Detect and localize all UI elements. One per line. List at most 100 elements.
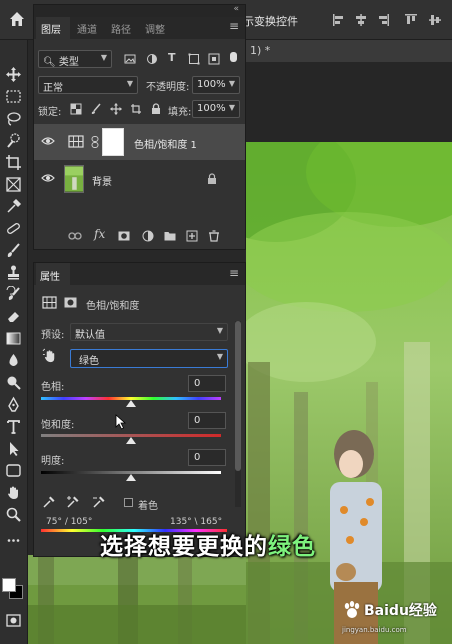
properties-panel: 属性 ≡ 色相/饱和度 预设: 默认值 ▼ 绿色 ▼ 色相: 0 饱和度: 0 … — [33, 262, 246, 557]
saturation-slider-thumb[interactable] — [126, 437, 136, 444]
quick-mask-icon[interactable] — [5, 612, 22, 629]
filter-shape-icon[interactable] — [188, 53, 200, 65]
foreground-color-swatch[interactable] — [2, 578, 16, 592]
zoom-tool-icon[interactable] — [5, 506, 22, 523]
frame-tool-icon[interactable] — [5, 176, 22, 193]
document-title: 1) * — [250, 44, 271, 57]
move-tool-icon[interactable] — [5, 66, 22, 83]
layer-name[interactable]: 背景 — [92, 173, 112, 188]
panel-menu-icon[interactable]: ≡ — [229, 266, 239, 280]
subtract-from-sample-eyedropper-icon[interactable] — [92, 495, 106, 509]
layer-filter-kind[interactable]: 🔍︎ 类型 ▼ — [38, 50, 112, 68]
new-adjustment-layer-icon[interactable] — [142, 230, 154, 242]
lock-position-icon[interactable] — [110, 103, 122, 115]
layers-tabs: 图层 通道 路径 调整 ≡ — [34, 17, 245, 39]
dodge-tool-icon[interactable] — [5, 374, 22, 391]
type-tool-icon[interactable] — [5, 418, 22, 435]
tab-properties[interactable]: 属性 — [40, 268, 60, 283]
targeted-adjustment-hand-icon[interactable] — [42, 348, 58, 364]
hue-input[interactable]: 0 — [188, 375, 226, 392]
path-selection-tool-icon[interactable] — [5, 440, 22, 457]
pen-tool-icon[interactable] — [5, 396, 22, 413]
link-layers-icon[interactable] — [68, 230, 82, 242]
lightness-slider-thumb[interactable] — [126, 474, 136, 481]
panel-menu-icon[interactable]: ≡ — [229, 19, 239, 33]
filter-type-icon[interactable]: T — [168, 51, 176, 64]
scrollbar-thumb[interactable] — [235, 321, 241, 471]
saturation-label: 饱和度: — [41, 420, 75, 431]
mask-properties-icon[interactable] — [64, 297, 77, 308]
tab-paths[interactable]: 路径 — [111, 21, 131, 36]
hue-slider-thumb[interactable] — [126, 400, 136, 407]
filter-pixel-icon[interactable] — [124, 53, 136, 65]
align-middle-icon[interactable] — [428, 13, 442, 27]
panel-header-strip: « — [34, 4, 245, 17]
lasso-tool-icon[interactable] — [5, 110, 22, 127]
baidu-paw-logo — [344, 601, 360, 618]
eraser-tool-icon[interactable] — [5, 308, 22, 325]
eyedropper-icon[interactable] — [42, 495, 56, 509]
more-tools-icon[interactable] — [5, 532, 22, 549]
layer-row-hue-saturation[interactable]: 色相/饱和度 1 — [34, 124, 245, 160]
new-group-icon[interactable] — [164, 230, 176, 242]
lock-transparent-icon[interactable] — [70, 103, 82, 115]
caption-highlight: 绿色 — [268, 534, 316, 560]
marquee-tool-icon[interactable] — [5, 88, 22, 105]
filter-smart-object-icon[interactable] — [208, 53, 220, 65]
properties-scrollbar[interactable] — [235, 321, 241, 507]
layers-panel: « 图层 通道 路径 调整 ≡ 🔍︎ 类型 ▼ T 正常 ▼ 不透明度: 100… — [33, 4, 246, 250]
channel-select[interactable]: 绿色 ▼ — [70, 349, 228, 368]
blend-mode-select[interactable]: 正常 ▼ — [38, 76, 138, 94]
tab-channels[interactable]: 通道 — [77, 21, 97, 36]
blur-tool-icon[interactable] — [5, 352, 22, 369]
fill-field[interactable]: 100% ▼ — [192, 100, 240, 118]
rectangle-tool-icon[interactable] — [5, 462, 22, 479]
quick-selection-tool-icon[interactable] — [5, 132, 22, 149]
brush-tool-icon[interactable] — [5, 242, 22, 259]
layer-name[interactable]: 色相/饱和度 1 — [134, 136, 197, 151]
layer-row-background[interactable]: 背景 — [34, 161, 245, 197]
mask-link-icon[interactable] — [91, 136, 99, 148]
healing-brush-tool-icon[interactable] — [5, 220, 22, 237]
colorize-checkbox[interactable] — [124, 498, 133, 507]
document-tab[interactable]: 1) * — [246, 40, 452, 62]
gradient-tool-icon[interactable] — [5, 330, 22, 347]
visibility-eye-icon[interactable] — [41, 173, 55, 183]
lightness-input[interactable]: 0 — [188, 449, 226, 466]
history-brush-tool-icon[interactable] — [5, 285, 22, 303]
align-top-icon[interactable] — [404, 13, 418, 27]
lock-all-icon[interactable] — [150, 103, 162, 115]
tab-layers[interactable]: 图层 — [41, 21, 61, 36]
layer-thumbnail[interactable] — [64, 165, 84, 193]
subtitle-caption: 选择想要更换的绿色 — [100, 527, 316, 561]
fill-value: 100% — [197, 103, 226, 114]
eyedropper-tool-icon[interactable] — [5, 198, 22, 215]
delete-layer-icon[interactable] — [208, 230, 220, 242]
hand-tool-icon[interactable] — [5, 484, 22, 501]
align-right-icon[interactable] — [376, 13, 390, 27]
add-mask-icon[interactable] — [118, 230, 130, 242]
crop-tool-icon[interactable] — [5, 154, 22, 171]
opacity-field[interactable]: 100% ▼ — [192, 76, 240, 94]
tab-adjustments[interactable]: 调整 — [145, 21, 165, 36]
layer-mask-thumbnail[interactable] — [102, 128, 124, 156]
filter-adjustment-icon[interactable] — [146, 53, 158, 65]
adjustment-type-label: 色相/饱和度 — [86, 301, 140, 312]
hue-saturation-adjustment-icon — [68, 135, 84, 148]
hue-label: 色相: — [41, 382, 65, 393]
align-center-icon[interactable] — [354, 13, 368, 27]
filter-kind-value: 类型 — [58, 57, 79, 68]
layer-style-fx-icon[interactable]: fx — [94, 227, 105, 241]
visibility-eye-icon[interactable] — [41, 136, 55, 146]
home-icon[interactable] — [8, 10, 26, 28]
new-layer-icon[interactable] — [186, 230, 198, 242]
align-left-icon[interactable] — [332, 13, 346, 27]
collapse-panel-icon[interactable]: « — [233, 4, 239, 14]
preset-select[interactable]: 默认值 ▼ — [70, 323, 228, 341]
clone-stamp-tool-icon[interactable] — [5, 264, 22, 281]
add-to-sample-eyedropper-icon[interactable] — [66, 495, 80, 509]
lock-artboard-icon[interactable] — [130, 103, 142, 115]
filter-toggle[interactable] — [230, 52, 237, 62]
saturation-input[interactable]: 0 — [188, 412, 226, 429]
lock-pixels-icon[interactable] — [90, 103, 102, 115]
